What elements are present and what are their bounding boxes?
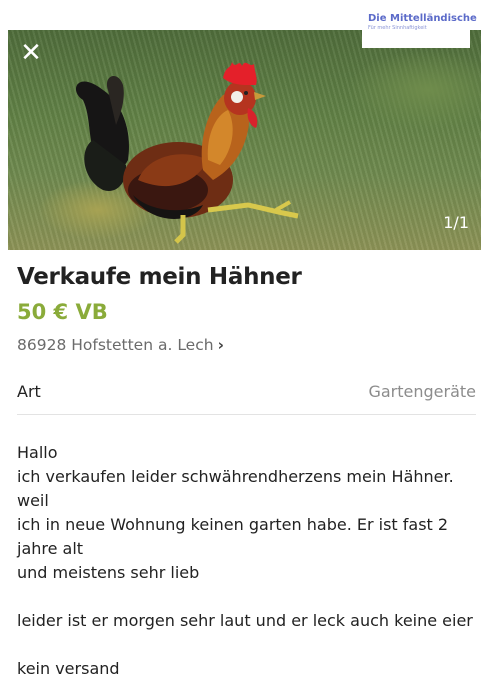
listing-description: Hallo ich verkaufen leider schwährendher… xyxy=(17,441,479,681)
description-line: ich in neue Wohnung keinen garten habe. … xyxy=(17,515,449,558)
watermark-subtitle: Für mehr Sinnhaftigkeit xyxy=(368,25,427,31)
rooster-image xyxy=(75,62,299,244)
attribute-label: Art xyxy=(17,382,41,401)
description-line: leider ist er morgen sehr laut und er le… xyxy=(17,611,473,630)
description-line: ich verkaufen leider schwährendherzens m… xyxy=(17,467,454,510)
close-icon[interactable]: ✕ xyxy=(18,40,44,66)
image-counter: 1/1 xyxy=(443,213,469,232)
attribute-value: Gartengeräte xyxy=(368,382,476,401)
location-text: 86928 Hofstetten a. Lech xyxy=(17,336,214,354)
watermark-logo: Die Mittelländische Für mehr Sinnhaftigk… xyxy=(362,4,477,48)
watermark-title: Die Mittelländische xyxy=(368,13,477,24)
listing-title: Verkaufe mein Hähner xyxy=(17,264,302,290)
description-line: Hallo xyxy=(17,443,58,462)
description-line: und meistens sehr lieb xyxy=(17,563,200,582)
description-line: kein versand xyxy=(17,659,120,678)
location-link[interactable]: 86928 Hofstetten a. Lech › xyxy=(17,336,224,354)
chevron-right-icon: › xyxy=(217,336,224,354)
listing-price: 50 € VB xyxy=(17,300,108,324)
attribute-row: Art Gartengeräte xyxy=(17,382,476,415)
listing-photo[interactable]: ✕ 1/1 xyxy=(8,30,481,250)
